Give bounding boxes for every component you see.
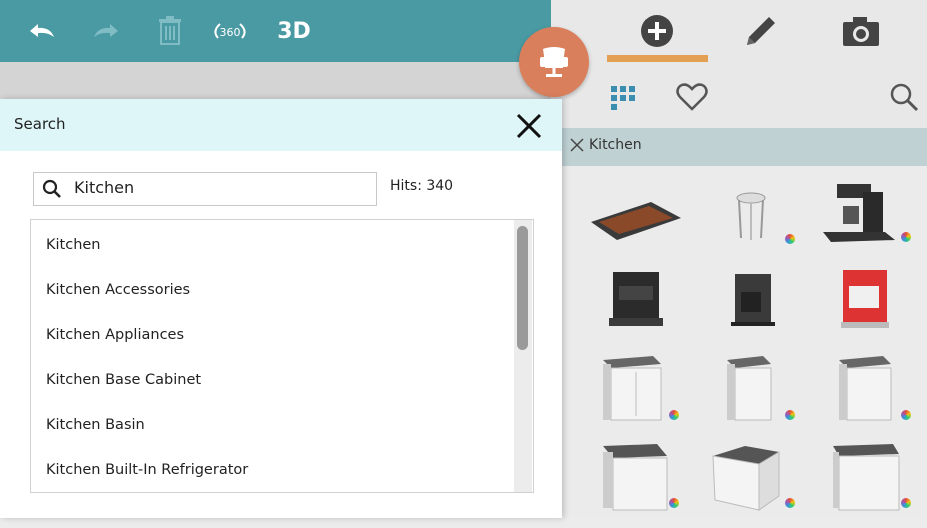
catalog-search-button[interactable] xyxy=(887,80,921,114)
tab-edit[interactable] xyxy=(739,8,783,54)
product-coffee-machine[interactable] xyxy=(711,268,821,354)
redo-button[interactable] xyxy=(86,8,126,54)
search-panel-header: Search xyxy=(0,99,562,151)
product-sink-cabinet[interactable] xyxy=(817,442,927,528)
list-item[interactable]: Kitchen xyxy=(46,237,101,253)
list-item[interactable]: Kitchen Basin xyxy=(46,417,145,433)
color-options-icon xyxy=(901,232,911,242)
product-angled-cabinet[interactable] xyxy=(701,442,811,528)
color-options-icon xyxy=(785,410,795,420)
scrollbar-thumb[interactable] xyxy=(517,226,528,350)
red-espresso-thumbnail xyxy=(841,270,889,328)
product-base-cabinet-1[interactable] xyxy=(587,354,697,440)
search-results-list: Kitchen Kitchen Accessories Kitchen Appl… xyxy=(30,219,534,493)
search-panel: Search Kitchen Hits: 340 Kitchen Kitchen… xyxy=(0,99,562,518)
view-3d-button[interactable]: 3D xyxy=(272,8,316,54)
stool-thumbnail xyxy=(736,192,766,240)
color-options-icon xyxy=(785,498,795,508)
view-360-label: 360 xyxy=(220,26,241,39)
product-rug[interactable] xyxy=(581,184,691,270)
corner-cabinet-thumbnail xyxy=(603,444,668,511)
top-toolbar: 360 3D xyxy=(0,0,551,62)
product-grid xyxy=(551,166,927,518)
rotate-360-icon: 360 xyxy=(214,23,246,39)
color-options-icon xyxy=(901,410,911,420)
tab-add[interactable] xyxy=(637,8,677,54)
color-options-icon xyxy=(785,234,795,244)
close-button[interactable] xyxy=(514,111,544,141)
espresso-machine-thumbnail xyxy=(609,272,663,326)
undo-icon xyxy=(30,24,54,37)
grid-icon xyxy=(611,86,635,110)
panel-title: Search xyxy=(14,115,66,133)
rug-thumbnail xyxy=(591,202,681,240)
catalog-toolbar xyxy=(551,62,927,128)
product-red-espresso[interactable] xyxy=(827,268,927,354)
pencil-icon xyxy=(747,17,775,45)
catalog-tabs xyxy=(551,0,927,62)
grid-view-button[interactable] xyxy=(607,80,641,114)
undo-button[interactable] xyxy=(22,8,62,54)
product-espresso-machine[interactable] xyxy=(591,268,701,354)
color-options-icon xyxy=(669,410,679,420)
color-options-icon xyxy=(901,498,911,508)
tab-camera[interactable] xyxy=(839,8,883,54)
active-tab-indicator xyxy=(607,55,708,62)
close-icon[interactable] xyxy=(569,137,585,153)
cabinet-thumbnail xyxy=(727,356,772,421)
search-query: Kitchen xyxy=(74,178,135,197)
search-icon xyxy=(42,179,61,198)
list-item[interactable]: Kitchen Accessories xyxy=(46,282,190,298)
view-360-button[interactable]: 360 xyxy=(210,8,250,54)
close-icon xyxy=(516,113,542,139)
sink-cabinet-thumbnail xyxy=(833,444,900,511)
filter-chip-label: Kitchen xyxy=(589,137,642,153)
redo-icon xyxy=(94,24,118,37)
hits-count: Hits: 340 xyxy=(390,178,454,194)
delete-button[interactable] xyxy=(150,8,190,54)
camera-icon xyxy=(843,17,879,46)
cabinet-thumbnail xyxy=(839,356,892,421)
angled-cabinet-thumbnail xyxy=(712,446,780,511)
product-stool[interactable] xyxy=(701,184,811,270)
list-item[interactable]: Kitchen Appliances xyxy=(46,327,184,343)
coffee-machine-thumbnail xyxy=(731,274,775,326)
list-item[interactable]: Kitchen Base Cabinet xyxy=(46,372,201,388)
trash-icon xyxy=(159,16,181,45)
product-base-cabinet-3[interactable] xyxy=(817,354,927,440)
armchair-icon xyxy=(540,47,568,77)
favorites-button[interactable] xyxy=(675,80,709,114)
add-circle-icon xyxy=(641,15,673,47)
product-coffee-maker[interactable] xyxy=(813,180,923,266)
filter-chip[interactable]: Kitchen xyxy=(569,137,642,153)
search-icon xyxy=(890,83,919,112)
cabinet-thumbnail xyxy=(603,356,662,421)
heart-icon xyxy=(676,83,708,111)
list-item[interactable]: Kitchen Built-In Refrigerator xyxy=(46,462,248,478)
furniture-catalog-button[interactable] xyxy=(519,27,589,97)
product-corner-cabinet[interactable] xyxy=(587,442,697,528)
product-base-cabinet-2[interactable] xyxy=(701,354,811,440)
search-input[interactable]: Kitchen xyxy=(33,172,377,206)
color-options-icon xyxy=(669,498,679,508)
